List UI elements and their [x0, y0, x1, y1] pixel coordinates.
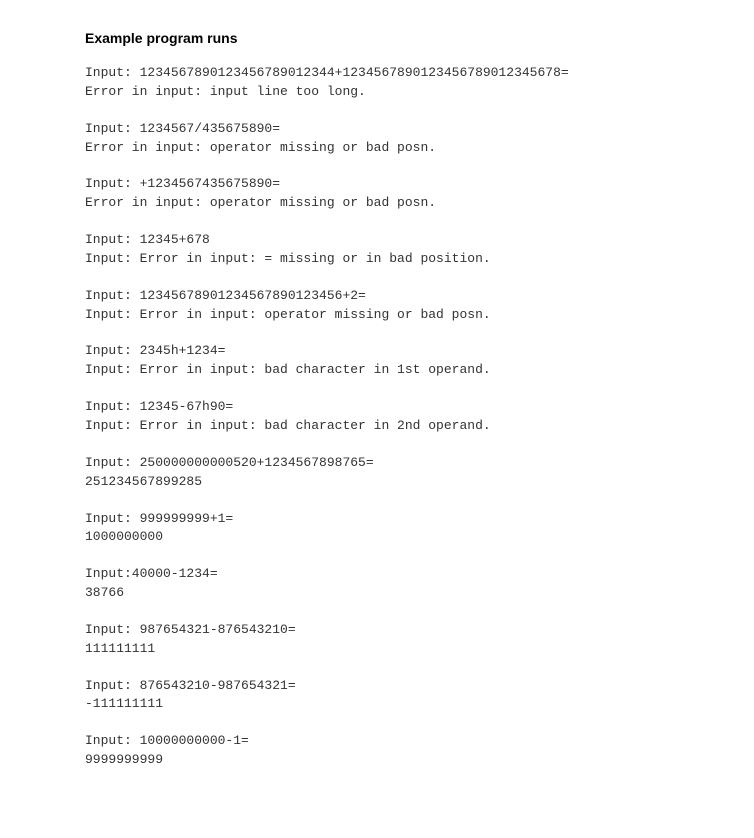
run-block: Input: 12345678901234567890123456+2= Inp…: [85, 287, 669, 325]
run-block: Input: 1234567890123456789012344+1234567…: [85, 64, 669, 102]
run-block: Input:40000-1234= 38766: [85, 565, 669, 603]
run-input-line: Input: 1234567890123456789012344+1234567…: [85, 64, 669, 83]
run-output-line: Input: Error in input: bad character in …: [85, 361, 669, 380]
run-input-line: Input: 12345678901234567890123456+2=: [85, 287, 669, 306]
run-input-line: Input: 1234567/435675890=: [85, 120, 669, 139]
run-output-line: Error in input: input line too long.: [85, 83, 669, 102]
run-block: Input: 12345+678 Input: Error in input: …: [85, 231, 669, 269]
run-block: Input: 1234567/435675890= Error in input…: [85, 120, 669, 158]
run-input-line: Input: +1234567435675890=: [85, 175, 669, 194]
run-block: Input: 2345h+1234= Input: Error in input…: [85, 342, 669, 380]
run-output-line: 9999999999: [85, 751, 669, 770]
run-input-line: Input: 12345+678: [85, 231, 669, 250]
run-block: Input: 12345-67h90= Input: Error in inpu…: [85, 398, 669, 436]
run-block: Input: 999999999+1= 1000000000: [85, 510, 669, 548]
run-block: Input: 10000000000-1= 9999999999: [85, 732, 669, 770]
run-output-line: Error in input: operator missing or bad …: [85, 194, 669, 213]
run-input-line: Input: 10000000000-1=: [85, 732, 669, 751]
example-runs-container: Input: 1234567890123456789012344+1234567…: [85, 64, 669, 770]
run-block: Input: 250000000000520+1234567898765= 25…: [85, 454, 669, 492]
run-output-line: 111111111: [85, 640, 669, 659]
run-input-line: Input: 876543210-987654321=: [85, 677, 669, 696]
run-input-line: Input: 987654321-876543210=: [85, 621, 669, 640]
run-output-line: 1000000000: [85, 528, 669, 547]
run-block: Input: 987654321-876543210= 111111111: [85, 621, 669, 659]
run-output-line: Input: Error in input: operator missing …: [85, 306, 669, 325]
run-block: Input: 876543210-987654321= -111111111: [85, 677, 669, 715]
run-input-line: Input: 12345-67h90=: [85, 398, 669, 417]
run-output-line: 38766: [85, 584, 669, 603]
run-output-line: -111111111: [85, 695, 669, 714]
run-output-line: Input: Error in input: bad character in …: [85, 417, 669, 436]
run-output-line: Error in input: operator missing or bad …: [85, 139, 669, 158]
run-input-line: Input: 999999999+1=: [85, 510, 669, 529]
run-input-line: Input: 2345h+1234=: [85, 342, 669, 361]
run-output-line: Input: Error in input: = missing or in b…: [85, 250, 669, 269]
run-block: Input: +1234567435675890= Error in input…: [85, 175, 669, 213]
run-input-line: Input:40000-1234=: [85, 565, 669, 584]
run-input-line: Input: 250000000000520+1234567898765=: [85, 454, 669, 473]
run-output-line: 251234567899285: [85, 473, 669, 492]
section-heading: Example program runs: [85, 30, 669, 46]
